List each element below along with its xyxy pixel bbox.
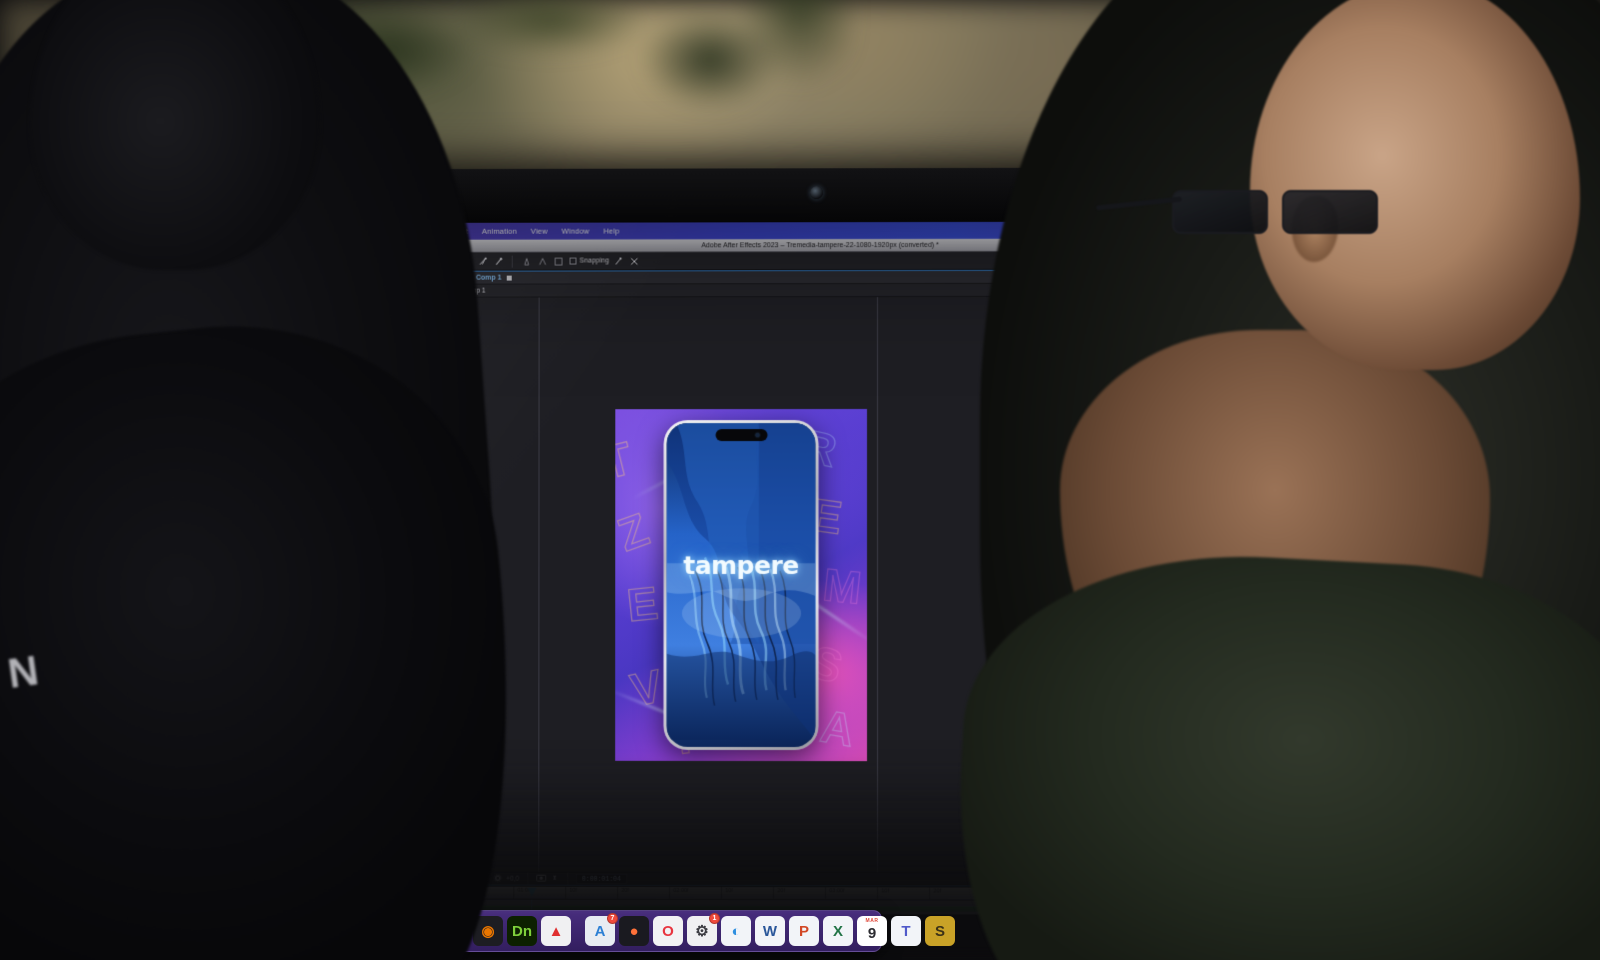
dock-item-label: ▲ — [548, 922, 564, 940]
dock-item-label: Dn — [512, 922, 532, 940]
dock-item-label: P — [798, 922, 809, 940]
dock-item-opera[interactable]: O — [653, 916, 683, 946]
composition-name[interactable]: Comp 1 — [476, 274, 502, 281]
toolbar-separator-3 — [511, 255, 513, 268]
dock-item-safari[interactable]: ◐ — [721, 916, 751, 946]
screenshot-scene: Effects File Edit Composition Layer Effe… — [0, 0, 1600, 960]
dock-item-label: X — [832, 922, 843, 940]
person-right-head — [1250, 0, 1580, 370]
dock-item-sublime-text[interactable]: S — [925, 916, 955, 946]
snapping-label: Snapping — [579, 257, 609, 265]
eyeglasses — [1095, 190, 1378, 236]
bg-letter-6: E — [624, 575, 661, 631]
dock-item-label: ◉ — [481, 923, 495, 940]
mask-icon[interactable] — [552, 255, 565, 268]
dock-badge: 1 — [709, 913, 720, 924]
text-align-icon[interactable] — [536, 255, 549, 268]
dock-item-label: O — [662, 922, 674, 940]
artboard-preview[interactable]: T R E M Z E S V A P — [615, 408, 868, 761]
dock-item-label: W — [762, 922, 778, 940]
composition-breadcrumb[interactable]: Comp 1 ‹ Pre-comp 1 — [397, 283, 1087, 298]
dock-item-powerpoint[interactable]: P — [789, 916, 819, 946]
dock-item-label: ◐ — [731, 922, 741, 940]
dock-item-label: 9 — [867, 925, 877, 942]
snapping-checkbox[interactable] — [569, 257, 577, 265]
dock-item-firefox[interactable]: ● — [619, 916, 649, 946]
dock-item-acrobat[interactable]: ▲ — [541, 916, 571, 946]
dock-item-calendar[interactable]: MAR 9 — [857, 916, 887, 946]
dock-item-system-settings[interactable]: ⚙ 1 — [687, 913, 720, 946]
dock-item-dimension[interactable]: Dn — [507, 916, 537, 946]
menu-item-6[interactable]: Animation — [475, 227, 524, 236]
eyeglasses-right-lens — [1282, 190, 1378, 234]
dock-badge: 7 — [607, 913, 618, 924]
menu-item-7[interactable]: View — [524, 227, 555, 236]
menu-item-9[interactable]: Help — [596, 227, 626, 236]
liquid-artwork — [666, 422, 816, 740]
dock-item-adobe-creative-cloud[interactable]: A7 — [585, 913, 618, 946]
dock-item-label: ● — [629, 922, 639, 940]
person-left-head — [30, 0, 320, 270]
snapping-toggle[interactable]: Snapping — [569, 257, 609, 265]
dock-item-excel[interactable]: X — [823, 916, 853, 946]
dock-item-label: ⚙ — [695, 923, 709, 940]
webcam-icon — [810, 186, 824, 200]
roto-brush-tool[interactable] — [476, 255, 489, 268]
composition-tab-bar[interactable]: ▸ Composition Comp 1 — [397, 270, 1087, 285]
puppet-pin-tool[interactable] — [492, 255, 505, 268]
snap-align-icon[interactable] — [612, 254, 625, 267]
bg-letter-9: V — [625, 658, 667, 717]
phone-screen: tampere — [666, 422, 816, 747]
dock-item-teams[interactable]: T — [891, 916, 921, 946]
bg-letter-0: T — [615, 430, 638, 489]
phone-notch — [715, 428, 768, 441]
dock-calendar-month: MAR — [865, 918, 879, 924]
app-title: Adobe After Effects 2023 – Tremedia-tamp… — [701, 241, 939, 249]
transform-box-icon[interactable] — [628, 254, 641, 267]
phone-title-text: tampere — [683, 550, 799, 580]
hoodie-logo: N — [4, 645, 44, 698]
bg-letter-8: Z — [615, 502, 656, 562]
menu-item-8[interactable]: Window — [555, 227, 597, 236]
dock-item-word[interactable]: W — [755, 916, 785, 946]
eyeglasses-left-lens — [1172, 190, 1268, 234]
dock-item-label: A — [594, 922, 606, 940]
comp-tab-menu-icon[interactable] — [506, 275, 512, 281]
bg-letter-2: M — [820, 557, 865, 614]
dock-item-label: T — [901, 922, 911, 940]
phone-mockup[interactable]: tampere — [663, 419, 819, 750]
align-left-icon[interactable] — [520, 255, 533, 268]
dock-item-label: S — [934, 922, 945, 940]
bg-letter-1: A — [816, 698, 859, 757]
